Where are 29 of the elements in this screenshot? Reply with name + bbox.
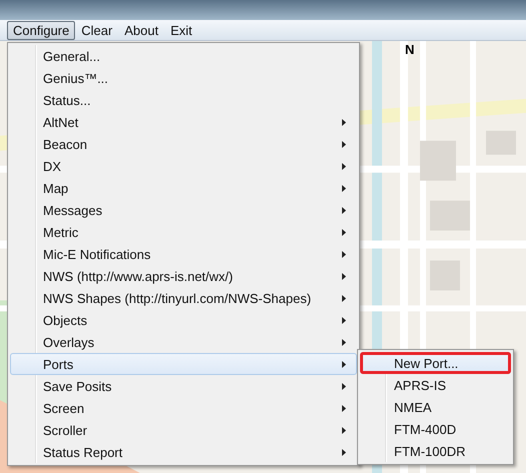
menu-item[interactable]: General...: [10, 45, 357, 67]
menu-item[interactable]: NWS Shapes (http://tinyurl.com/NWS-Shapes): [10, 287, 357, 309]
menu-item[interactable]: Mic-E Notifications: [10, 243, 357, 265]
menu-item[interactable]: Genius™...: [10, 67, 357, 89]
menu-item[interactable]: Save Posits: [10, 375, 357, 397]
menu-bar-item[interactable]: Configure: [7, 20, 76, 40]
menu-item[interactable]: Beacon: [10, 133, 357, 155]
menu-bar-item[interactable]: Clear: [75, 20, 118, 40]
menu-item[interactable]: Scroller: [10, 419, 357, 441]
menu-item[interactable]: AltNet: [10, 111, 357, 133]
menu-item[interactable]: Objects: [10, 309, 357, 331]
menu-item[interactable]: Screen: [10, 397, 357, 419]
menu-item[interactable]: APRS-IS: [360, 374, 511, 396]
north-label: N: [405, 42, 414, 57]
menu-item[interactable]: Status Report: [10, 441, 357, 463]
menu-item[interactable]: Messages: [10, 199, 357, 221]
menu-bar-item[interactable]: About: [118, 20, 164, 40]
menu-item[interactable]: Overlays: [10, 331, 357, 353]
menu-item[interactable]: New Port...: [360, 352, 511, 374]
menu-item[interactable]: NMEA: [360, 396, 511, 418]
menu-item[interactable]: NWS (http://www.aprs-is.net/wx/): [10, 265, 357, 287]
menu-item[interactable]: Ports: [10, 353, 357, 375]
menu-item[interactable]: FTM-100DR: [360, 440, 511, 462]
menu-item[interactable]: Metric: [10, 221, 357, 243]
menu-item[interactable]: DX: [10, 155, 357, 177]
menu-item[interactable]: FTM-400D: [360, 418, 511, 440]
menu-item[interactable]: Status...: [10, 89, 357, 111]
menu-bar-item[interactable]: Exit: [164, 20, 198, 40]
menu-item[interactable]: Map: [10, 177, 357, 199]
